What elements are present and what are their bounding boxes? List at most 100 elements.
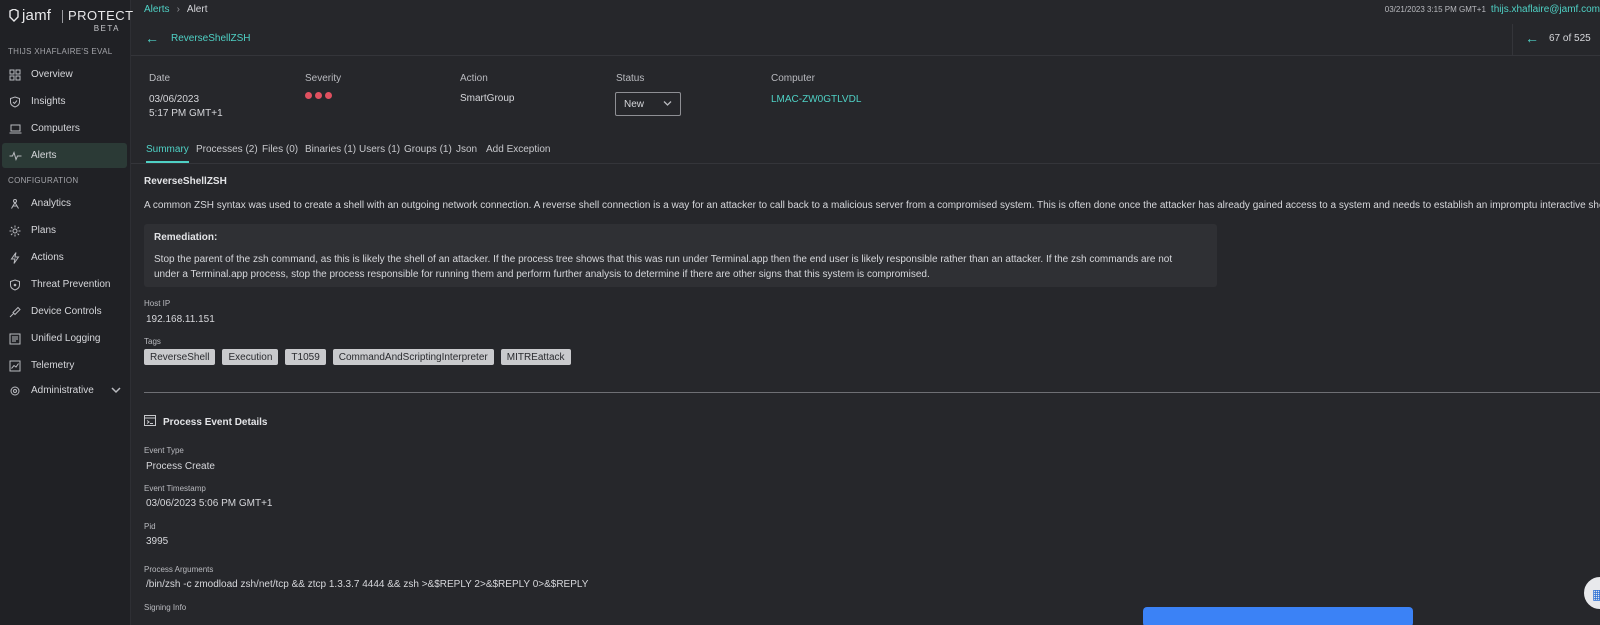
tab-files[interactable]: Files (0) [262, 144, 298, 161]
settings-icon [8, 384, 22, 398]
tags-list: ReverseShell Execution T1059 CommandAndS… [144, 349, 571, 365]
signing-info-label: Signing Info [144, 603, 187, 612]
bolt-icon [8, 251, 22, 265]
tab-groups[interactable]: Groups (1) [404, 144, 452, 161]
breadcrumb-separator: › [176, 4, 180, 15]
chat-icon: ▦ [1592, 586, 1600, 602]
main-content: Alerts › Alert 03/21/2023 3:15 PM GMT+1 … [131, 0, 1600, 625]
breadcrumb-alerts-link[interactable]: Alerts [144, 4, 170, 15]
tags-label: Tags [144, 337, 161, 346]
tab-users[interactable]: Users (1) [359, 144, 400, 161]
sidebar-item-label: Device Controls [31, 306, 102, 317]
sidebar-item-label: Overview [31, 69, 73, 80]
sidebar-item-device-controls[interactable]: Device Controls [2, 299, 127, 324]
sidebar-item-plans[interactable]: Plans [2, 218, 127, 243]
analytics-icon [8, 197, 22, 211]
sidebar-item-analytics[interactable]: Analytics [2, 191, 127, 216]
status-selected-value: New [624, 98, 645, 110]
back-arrow-icon[interactable]: ← [145, 30, 159, 46]
summary-title: ReverseShellZSH [144, 176, 227, 187]
sidebar-item-computers[interactable]: Computers [2, 116, 127, 141]
alert-pager-count: 67 of 525 [1549, 33, 1591, 44]
computer-link[interactable]: LMAC-ZW0GTLVDL [771, 94, 861, 105]
sidebar-item-threat-prevention[interactable]: Threat Prevention [2, 272, 127, 297]
sidebar-item-alerts[interactable]: Alerts [2, 143, 127, 168]
severity-indicator [305, 92, 332, 99]
jamf-protect-logo[interactable]: jamf PROTECT BETA [8, 7, 133, 35]
date-value-line2: 5:17 PM GMT+1 [149, 108, 223, 119]
action-label: Action [460, 73, 488, 84]
brand-word: jamf [22, 7, 52, 24]
tab-summary[interactable]: Summary [146, 144, 189, 163]
sidebar-item-overview[interactable]: Overview [2, 62, 127, 87]
date-value-line1: 03/06/2023 [149, 94, 200, 105]
sidebar-item-label: Actions [31, 252, 64, 263]
summary-description: A common ZSH syntax was used to create a… [144, 200, 1600, 211]
brand-product: PROTECT [68, 8, 134, 23]
tab-processes[interactable]: Processes (2) [196, 144, 258, 161]
remediation-box: Remediation: Stop the parent of the zsh … [144, 224, 1217, 287]
action-value: SmartGroup [460, 93, 515, 104]
terminal-icon [144, 415, 156, 429]
sidebar-item-actions[interactable]: Actions [2, 245, 127, 270]
pid-value: 3995 [146, 536, 169, 547]
brand-divider [62, 10, 63, 23]
tab-json[interactable]: Json [456, 144, 477, 161]
section-divider [144, 392, 1600, 393]
sidebar-item-insights[interactable]: Insights [2, 89, 127, 114]
event-type-value: Process Create [146, 461, 215, 472]
sidebar-item-administrative[interactable]: Administrative [2, 378, 127, 403]
tag-chip: Execution [222, 349, 279, 365]
chat-support-button[interactable]: ▦ [1582, 575, 1600, 611]
process-event-details-title: Process Event Details [163, 416, 268, 428]
pid-label: Pid [144, 522, 156, 531]
tag-chip: MITREattack [500, 349, 571, 365]
severity-label: Severity [305, 73, 342, 84]
gear-icon [8, 224, 22, 238]
sidebar-item-label: Insights [31, 96, 66, 107]
status-dropdown[interactable]: New [615, 92, 681, 116]
header-timestamp: 03/21/2023 3:15 PM GMT+1 [1384, 5, 1486, 14]
sidebar-item-label: Threat Prevention [31, 279, 111, 290]
event-timestamp-label: Event Timestamp [144, 484, 206, 493]
previous-alert-arrow-icon[interactable]: ← [1525, 30, 1539, 46]
tab-binaries[interactable]: Binaries (1) [305, 144, 356, 161]
alert-tabs: Summary Processes (2) Files (0) Binaries… [131, 138, 1600, 164]
breadcrumb: Alerts › Alert [144, 4, 207, 15]
tab-add-exception[interactable]: Add Exception [486, 144, 551, 161]
sidebar: jamf PROTECT BETA THIJS XHAFLAIRE'S EVAL… [0, 0, 133, 625]
usb-icon [8, 305, 22, 319]
sidebar-item-label: Unified Logging [31, 333, 101, 344]
remediation-text: Stop the parent of the zsh command, as t… [154, 254, 1173, 280]
notification-bar[interactable] [1143, 607, 1413, 625]
shield-icon [8, 278, 22, 292]
chevron-down-icon [111, 385, 121, 397]
shield-check-icon [8, 95, 22, 109]
alert-name: ReverseShellZSH [171, 33, 251, 44]
sidebar-item-telemetry[interactable]: Telemetry [2, 353, 127, 378]
pulse-icon [8, 149, 22, 163]
process-arguments-value: /bin/zsh -c zmodload zsh/net/tcp && ztcp… [146, 579, 589, 590]
sidebar-item-label: Plans [31, 225, 57, 236]
tag-chip: ReverseShell [144, 349, 216, 365]
sidebar-item-unified-logging[interactable]: Unified Logging [2, 326, 127, 351]
alert-pager: ← 67 of 525 [1512, 24, 1600, 56]
tag-chip: T1059 [285, 349, 326, 365]
chart-icon [8, 359, 22, 373]
sidebar-item-label: Administrative [31, 385, 94, 396]
alert-title-bar: ← ReverseShellZSH ← 67 of 525 [131, 24, 1600, 56]
sidebar-item-label: Telemetry [31, 360, 75, 371]
user-info: 03/21/2023 3:15 PM GMT+1 thijs.xhaflaire… [1385, 4, 1600, 15]
jamf-logo-icon [8, 8, 20, 26]
remediation-heading: Remediation: [154, 232, 218, 243]
laptop-icon [8, 122, 22, 136]
log-icon [8, 332, 22, 346]
computer-label: Computer [771, 73, 815, 84]
host-ip-value: 192.168.11.151 [146, 314, 215, 325]
status-label: Status [616, 73, 645, 84]
brand-badge: BETA [93, 24, 120, 33]
event-timestamp-value: 03/06/2023 5:06 PM GMT+1 [146, 498, 273, 509]
tag-chip: CommandAndScriptingInterpreter [332, 349, 494, 365]
user-email-link[interactable]: thijs.xhaflaire@jamf.com [1491, 4, 1600, 15]
sidebar-item-label: Alerts [31, 150, 57, 161]
